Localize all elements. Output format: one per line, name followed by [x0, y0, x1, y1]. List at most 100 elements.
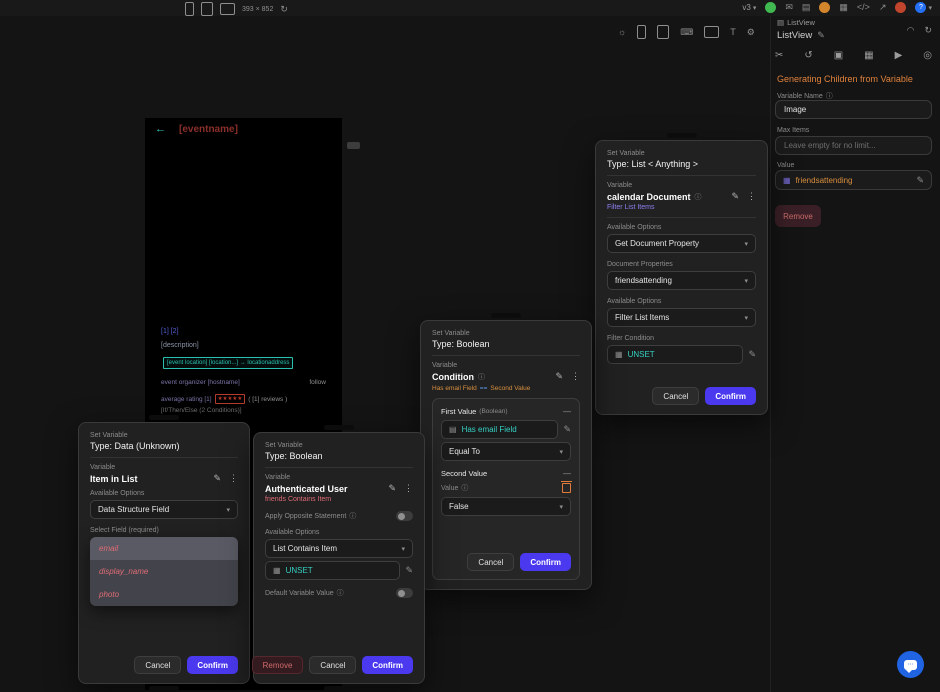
wrap-widget-icon[interactable]: ▦ [864, 50, 873, 61]
collapse-icon[interactable]: — [563, 469, 571, 478]
kebab-menu-icon[interactable]: ⋮ [404, 483, 413, 494]
max-items-input[interactable] [775, 136, 932, 155]
page-indicator-text[interactable]: [1] [2] [161, 328, 179, 335]
edit-first-value-icon[interactable]: ✎ [563, 425, 571, 434]
second-value-label: Second Value [441, 469, 488, 478]
widget-tree-icon[interactable]: ▤ [802, 3, 811, 12]
back-arrow-icon[interactable]: ← [155, 123, 166, 135]
dialog-subheader: Set Variable [90, 432, 128, 439]
list-item-chip[interactable]: ▦ UNSET [265, 561, 401, 580]
cancel-button[interactable]: Cancel [309, 656, 357, 674]
filter-condition-chip[interactable]: ▦ UNSET [607, 345, 744, 364]
cancel-button[interactable]: Cancel [652, 387, 700, 405]
canvas-settings-icon[interactable]: ⚙ [747, 27, 755, 38]
rating-row[interactable]: average rating [1] ★★★★★ ( [1] reviews ) [161, 394, 287, 404]
edit-variable-icon[interactable]: ✎ [731, 191, 739, 202]
cancel-button[interactable]: Cancel [134, 656, 182, 674]
inspect-icon[interactable]: ◎ [923, 50, 932, 61]
default-value-toggle[interactable] [396, 588, 413, 598]
location-row-widget[interactable]: [event location] [location...] → locatio… [163, 357, 294, 369]
text-scale-icon[interactable]: T [730, 27, 736, 37]
second-value-select[interactable]: False ▾ [441, 497, 571, 516]
confirm-button[interactable]: Confirm [520, 553, 571, 571]
cut-icon[interactable]: ✂ [775, 50, 783, 61]
field-option-display-name[interactable]: display_name [90, 560, 238, 583]
tablet-preview-icon[interactable] [201, 2, 213, 16]
edit-variable-icon[interactable]: ✎ [555, 371, 563, 382]
user-avatar[interactable] [895, 2, 907, 13]
landscape-icon[interactable] [704, 26, 720, 38]
phone-preview-icon[interactable] [185, 2, 194, 16]
code-view-icon[interactable]: </> [857, 3, 870, 12]
summary-operator: == [479, 385, 488, 392]
share-icon[interactable]: ↗ [879, 3, 887, 12]
value-text: friendsattending [795, 175, 853, 185]
edit-list-item-icon[interactable]: ✎ [405, 566, 413, 575]
widget-tree-breadcrumb[interactable]: ▤ ListView [777, 18, 815, 27]
kebab-menu-icon[interactable]: ⋮ [229, 473, 238, 484]
edit-variable-icon[interactable]: ✎ [213, 473, 221, 484]
comments-icon[interactable]: ✉ [785, 3, 793, 12]
filter-option-select[interactable]: Filter List Items ▾ [607, 308, 756, 327]
conditional-widget-text[interactable]: [If/Then/Else (2 Conditions)] [161, 407, 242, 414]
version-menu[interactable]: v3 ▾ [742, 3, 756, 12]
cancel-button[interactable]: Cancel [467, 553, 515, 571]
available-options-select[interactable]: Get Document Property ▾ [607, 234, 756, 253]
reviews-text[interactable]: ( [1] reviews ) [248, 396, 287, 403]
undo-icon[interactable]: ↺ [804, 50, 812, 61]
field-option-email[interactable]: email [90, 537, 238, 560]
confirm-button[interactable]: Confirm [362, 656, 413, 674]
edit-variable-icon[interactable]: ✎ [388, 483, 396, 494]
tablet-frame-icon[interactable] [657, 25, 670, 39]
confirm-button[interactable]: Confirm [705, 387, 756, 405]
rating-text[interactable]: average rating [1] [161, 396, 212, 403]
tree-icon: ▤ [777, 18, 785, 27]
collapse-icon[interactable]: — [563, 407, 571, 416]
theme-toggle-icon[interactable]: ☼ [618, 27, 626, 37]
variable-name-input[interactable] [775, 100, 932, 119]
phone-frame-icon[interactable] [637, 25, 647, 39]
star-rating-widget[interactable]: ★★★★★ [214, 394, 246, 404]
follow-text[interactable]: follow [309, 379, 326, 386]
variable-label: Variable [265, 474, 291, 481]
confirm-button[interactable]: Confirm [187, 656, 238, 674]
edit-condition-icon[interactable]: ✎ [748, 350, 756, 359]
value-label-text: Value [777, 162, 795, 169]
operator-select[interactable]: Equal To ▾ [441, 442, 571, 461]
value-field[interactable]: ▦ friendsattending ✎ [775, 170, 932, 190]
organizer-text[interactable]: event organizer [hostname] [161, 379, 240, 386]
description-text[interactable]: [description] [161, 342, 199, 349]
notifications-avatar[interactable] [819, 2, 831, 13]
chevron-down-icon: ▾ [752, 4, 757, 12]
filter-list-items-link[interactable]: Filter List Items [607, 204, 756, 211]
field-option-photo[interactable]: photo [90, 583, 238, 606]
collaborator-avatar[interactable] [765, 2, 777, 13]
refresh-icon[interactable]: ↻ [924, 25, 932, 36]
available-options-select[interactable]: Data Structure Field ▾ [90, 500, 238, 519]
help-menu[interactable]: ? ▾ [915, 2, 932, 13]
opposite-statement-toggle[interactable] [396, 511, 413, 521]
divider [607, 175, 756, 176]
kebab-menu-icon[interactable]: ⋮ [747, 191, 756, 202]
value-label: Value [777, 162, 794, 169]
rotate-device-icon[interactable]: ↻ [280, 4, 288, 14]
edit-value-icon[interactable]: ✎ [916, 175, 924, 185]
apps-icon[interactable]: ▦ [839, 3, 848, 12]
run-icon[interactable]: ▶ [895, 50, 903, 61]
wifi-icon[interactable]: ◠ [907, 25, 915, 36]
first-value-chip[interactable]: ▤ Has email Field [441, 420, 559, 439]
remove-button[interactable]: Remove [251, 656, 304, 674]
organizer-row[interactable]: event organizer [hostname] follow [161, 379, 326, 386]
rename-widget-icon[interactable]: ✎ [817, 31, 825, 40]
remove-generator-button[interactable]: Remove [775, 205, 821, 227]
selected-option: List Contains Item [273, 544, 338, 553]
document-property-select[interactable]: friendsattending ▾ [607, 271, 756, 290]
desktop-preview-icon[interactable] [220, 3, 235, 15]
delete-value-icon[interactable] [561, 481, 572, 493]
copy-icon[interactable]: ▣ [834, 50, 843, 61]
available-options-select[interactable]: List Contains Item ▾ [265, 539, 413, 558]
keyboard-icon[interactable]: ⌨ [680, 27, 693, 38]
support-chat-button[interactable]: ⋯ [897, 651, 924, 678]
kebab-menu-icon[interactable]: ⋮ [571, 371, 580, 382]
event-name-text[interactable]: [eventname] [179, 124, 238, 135]
